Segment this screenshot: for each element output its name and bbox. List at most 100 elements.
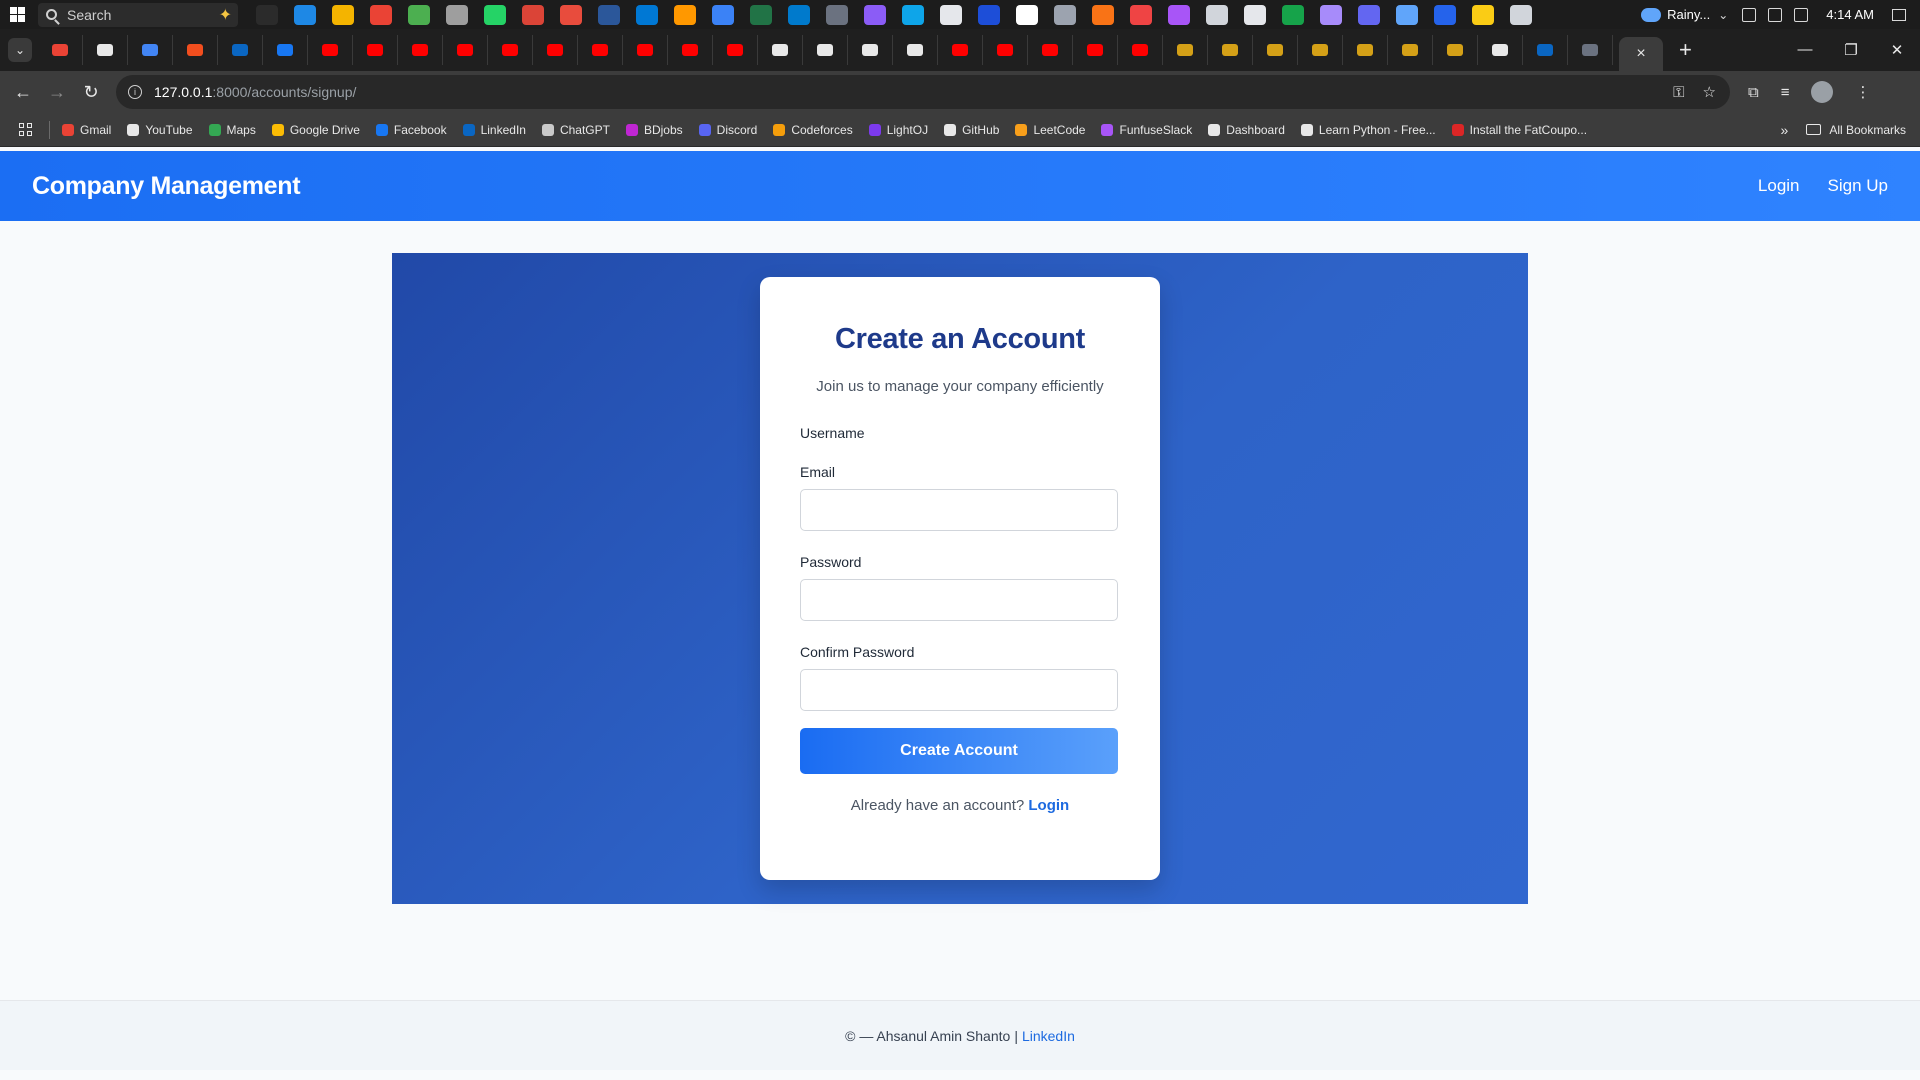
tab-search-chevron-icon[interactable]: ⌄ <box>8 38 32 62</box>
bookmark-item[interactable]: GitHub <box>944 123 999 137</box>
bookmark-item[interactable]: FunfuseSlack <box>1101 123 1192 137</box>
taskbar-app-icon[interactable] <box>1130 4 1152 25</box>
bookmark-star-icon[interactable]: ☆ <box>1703 83 1716 101</box>
pinned-tab[interactable] <box>1568 35 1613 65</box>
taskbar-app-icon[interactable] <box>636 4 658 25</box>
taskbar-app-icon[interactable] <box>1510 4 1532 25</box>
pinned-tab[interactable] <box>938 35 983 65</box>
taskbar-app-icon[interactable] <box>1320 4 1342 25</box>
bookmark-item[interactable]: LightOJ <box>868 123 928 137</box>
taskbar-app-icon[interactable] <box>1092 4 1114 25</box>
taskbar-app-icon[interactable] <box>1282 4 1304 25</box>
start-button[interactable] <box>0 0 34 29</box>
taskbar-app-icon[interactable] <box>256 4 278 25</box>
restore-button[interactable]: ❐ <box>1828 41 1874 59</box>
bookmark-item[interactable]: Dashboard <box>1208 123 1285 137</box>
pinned-tab[interactable] <box>1073 35 1118 65</box>
pinned-tab[interactable] <box>533 35 578 65</box>
taskbar-app-icon[interactable] <box>1206 4 1228 25</box>
media-controls-icon[interactable]: ≡ <box>1781 84 1790 101</box>
bookmark-item[interactable]: ChatGPT <box>541 123 610 137</box>
taskbar-app-icon[interactable] <box>826 4 848 25</box>
bookmark-item[interactable]: Discord <box>698 123 757 137</box>
minimize-button[interactable]: — <box>1782 41 1828 59</box>
pinned-tab[interactable] <box>1118 35 1163 65</box>
taskbar-app-icon[interactable] <box>294 4 316 25</box>
pinned-tab[interactable] <box>38 35 83 65</box>
bookmark-item[interactable]: YouTube <box>127 123 193 137</box>
bookmark-item[interactable]: Install the FatCoupo... <box>1451 123 1587 137</box>
confirm-password-field[interactable] <box>800 669 1118 711</box>
site-info-icon[interactable]: i <box>128 85 142 99</box>
bookmark-item[interactable]: LeetCode <box>1015 123 1085 137</box>
taskbar-search-box[interactable]: Search ✦ <box>38 2 238 27</box>
taskbar-app-icon[interactable] <box>522 4 544 25</box>
taskbar-app-icon[interactable] <box>1358 4 1380 25</box>
pinned-tab[interactable] <box>1298 35 1343 65</box>
pinned-tab[interactable] <box>803 35 848 65</box>
taskbar-app-icon[interactable] <box>1396 4 1418 25</box>
pinned-tab[interactable] <box>83 35 128 65</box>
pinned-tab[interactable] <box>1343 35 1388 65</box>
password-field[interactable] <box>800 579 1118 621</box>
pinned-tab[interactable] <box>758 35 803 65</box>
network-icon[interactable] <box>1768 7 1783 22</box>
taskbar-app-icon[interactable] <box>940 4 962 25</box>
pinned-tab[interactable] <box>353 35 398 65</box>
pinned-tab[interactable] <box>1523 35 1568 65</box>
pinned-tab[interactable] <box>893 35 938 65</box>
taskbar-app-icon[interactable] <box>370 4 392 25</box>
taskbar-app-icon[interactable] <box>788 4 810 25</box>
pinned-tab[interactable] <box>1388 35 1433 65</box>
display-icon[interactable] <box>1742 7 1757 22</box>
bookmark-item[interactable]: Codeforces <box>773 123 853 137</box>
back-button[interactable]: ← <box>6 75 40 109</box>
reload-button[interactable]: ↻ <box>74 75 108 109</box>
create-account-button[interactable]: Create Account <box>800 728 1118 774</box>
weather-text[interactable]: Rainy... <box>1667 7 1710 22</box>
pinned-tab[interactable] <box>173 35 218 65</box>
volume-icon[interactable] <box>1794 7 1809 22</box>
pinned-tab[interactable] <box>488 35 533 65</box>
more-bookmarks-button[interactable]: » <box>1781 122 1789 138</box>
close-window-button[interactable]: ✕ <box>1874 41 1920 59</box>
taskbar-app-icon[interactable] <box>1434 4 1456 25</box>
taskbar-app-icon[interactable] <box>446 4 468 25</box>
taskbar-app-icon[interactable] <box>560 4 582 25</box>
nav-signup-link[interactable]: Sign Up <box>1828 176 1888 196</box>
pinned-tab[interactable] <box>668 35 713 65</box>
pinned-tab[interactable] <box>1478 35 1523 65</box>
pinned-tab[interactable] <box>443 35 488 65</box>
site-brand[interactable]: Company Management <box>32 172 301 201</box>
pinned-tab[interactable] <box>1253 35 1298 65</box>
copilot-sparkle-icon[interactable]: ✦ <box>219 5 232 25</box>
taskbar-app-icon[interactable] <box>712 4 734 25</box>
taskbar-app-icon[interactable] <box>484 4 506 25</box>
taskbar-app-icon[interactable] <box>1016 4 1038 25</box>
pinned-tab[interactable] <box>1208 35 1253 65</box>
extensions-icon[interactable]: ⧉ <box>1748 84 1759 101</box>
pinned-tab[interactable] <box>128 35 173 65</box>
profile-avatar[interactable] <box>1811 81 1834 103</box>
close-tab-icon[interactable]: × <box>1636 45 1645 63</box>
apps-grid-icon[interactable] <box>19 122 33 137</box>
new-tab-button[interactable]: + <box>1679 37 1692 63</box>
address-bar[interactable]: i 127.0.0.1:8000/accounts/signup/ ⚿ ☆ <box>116 75 1730 109</box>
login-link[interactable]: Login <box>1028 797 1069 814</box>
taskbar-app-icon[interactable] <box>598 4 620 25</box>
taskbar-app-icon[interactable] <box>674 4 696 25</box>
bookmark-item[interactable]: Facebook <box>375 123 447 137</box>
taskbar-app-icon[interactable] <box>750 4 772 25</box>
pinned-tab[interactable] <box>1163 35 1208 65</box>
email-field[interactable] <box>800 489 1118 531</box>
tray-overflow-chevron-icon[interactable]: ⌄ <box>1718 8 1728 22</box>
bookmark-item[interactable]: Google Drive <box>271 123 360 137</box>
clock[interactable]: 4:14 AM <box>1826 7 1874 22</box>
all-bookmarks-button[interactable]: All Bookmarks <box>1806 123 1906 137</box>
footer-linkedin-link[interactable]: LinkedIn <box>1022 1028 1075 1044</box>
taskbar-app-icon[interactable] <box>978 4 1000 25</box>
pinned-tab[interactable] <box>1433 35 1478 65</box>
notification-icon[interactable] <box>1892 8 1906 21</box>
taskbar-app-icon[interactable] <box>408 4 430 25</box>
browser-menu-icon[interactable]: ⋮ <box>1855 83 1870 101</box>
